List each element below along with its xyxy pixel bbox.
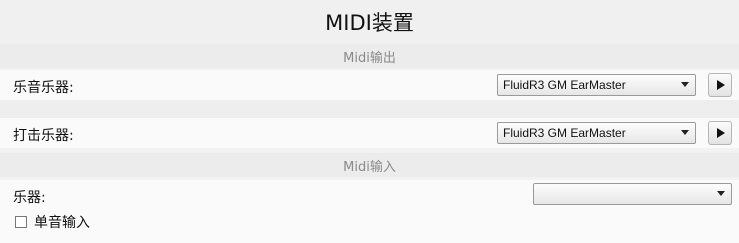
midi-input-panel: 乐器: — [0, 180, 739, 243]
window-title-bar: MIDI装置 — [0, 0, 739, 44]
monophonic-input-label: 单音输入 — [34, 215, 90, 231]
monophonic-input-checkbox[interactable] — [15, 216, 27, 228]
chevron-down-icon — [717, 191, 725, 196]
percussion-play-button[interactable] — [708, 121, 732, 145]
window-title: MIDI装置 — [325, 11, 414, 35]
chevron-down-icon — [681, 82, 689, 87]
input-instrument-label: 乐器: — [13, 190, 46, 206]
melodic-instrument-label: 乐音乐器: — [13, 80, 74, 96]
midi-output-header: Midi输出 — [0, 44, 739, 68]
melodic-play-button[interactable] — [708, 73, 732, 97]
monophonic-input-option[interactable]: 单音输入 — [15, 212, 90, 232]
input-instrument-select[interactable] — [533, 183, 732, 205]
row-separator — [0, 100, 739, 118]
percussion-instrument-row: 打击乐器: FluidR3 GM EarMaster — [0, 118, 739, 148]
chevron-down-icon — [681, 130, 689, 135]
play-icon — [717, 128, 725, 138]
midi-input-header: Midi输入 — [0, 153, 739, 177]
percussion-instrument-label: 打击乐器: — [13, 128, 74, 144]
percussion-instrument-value: FluidR3 GM EarMaster — [503, 126, 626, 140]
melodic-instrument-select[interactable]: FluidR3 GM EarMaster — [497, 74, 696, 96]
play-icon — [717, 80, 725, 90]
melodic-instrument-row: 乐音乐器: FluidR3 GM EarMaster — [0, 70, 739, 100]
melodic-instrument-value: FluidR3 GM EarMaster — [503, 78, 626, 92]
percussion-instrument-select[interactable]: FluidR3 GM EarMaster — [497, 122, 696, 144]
